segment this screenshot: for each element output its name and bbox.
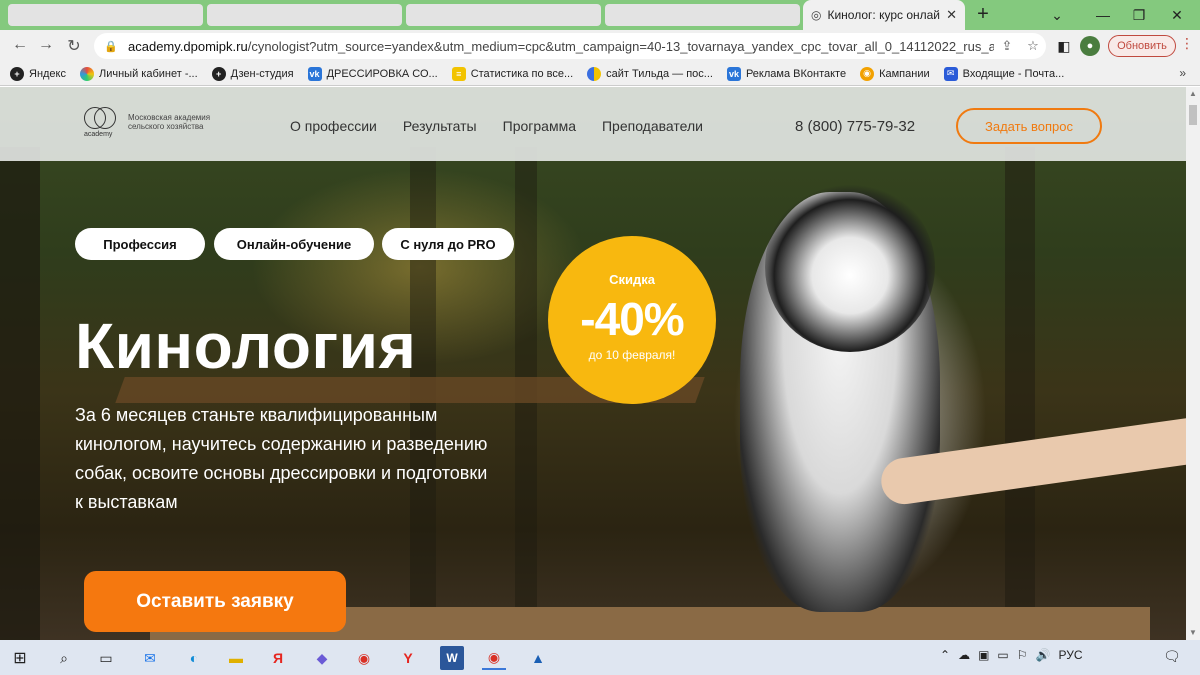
mail-icon: ✉ bbox=[943, 66, 958, 81]
ask-question-button[interactable]: Задать вопрос bbox=[956, 108, 1102, 144]
nav-link-results[interactable]: Результаты bbox=[403, 118, 477, 134]
tab-favicon-icon: ◎ bbox=[811, 8, 822, 22]
discount-badge: Скидка -40% до 10 февраля! bbox=[548, 236, 716, 404]
plus-circle-icon: + bbox=[211, 66, 226, 81]
chrome-icon[interactable]: ◉ bbox=[352, 646, 376, 670]
bookmark-item[interactable]: + Дзен-студия bbox=[211, 66, 294, 81]
bookmark-item[interactable]: + Яндекс bbox=[10, 66, 66, 81]
logo-text: Московская академия сельского хозяйства bbox=[128, 113, 211, 131]
address-toolbar: ← → ↻ 🔒 academy.dpomipk.ru/cynologist?ut… bbox=[0, 30, 1200, 62]
vk-icon: vk bbox=[307, 66, 322, 81]
chevron-up-icon[interactable]: ⌃ bbox=[940, 648, 950, 662]
url-bar[interactable]: 🔒 academy.dpomipk.ru/cynologist?utm_sour… bbox=[94, 33, 1046, 59]
hero-subtitle: За 6 месяцев станьте квалифицированным к… bbox=[75, 405, 488, 512]
phone-link[interactable]: 8 (800) 775-79-32 bbox=[795, 118, 915, 135]
tab-active[interactable]: ◎ Кинолог: курс онлайн ✕ bbox=[803, 0, 965, 30]
bookmark-item[interactable]: Личный кабинет -... bbox=[80, 66, 198, 81]
page-scrollbar[interactable]: ▲ ▼ bbox=[1186, 87, 1200, 640]
mail-app-icon[interactable]: ✉ bbox=[138, 646, 162, 670]
star-icon[interactable]: ☆ bbox=[1020, 38, 1046, 54]
cloud-icon[interactable]: ☁ bbox=[958, 648, 970, 662]
submit-application-button[interactable]: Оставить заявку bbox=[84, 571, 346, 632]
page-viewport: academy Московская академия сельского хо… bbox=[0, 87, 1186, 640]
nav-link-teachers[interactable]: Преподаватели bbox=[602, 118, 703, 134]
url-text: academy.dpomipk.ru/cynologist?utm_source… bbox=[128, 38, 994, 54]
discount-label: Скидка bbox=[609, 272, 655, 287]
tag-pill-zero-to-pro: С нуля до PRO bbox=[382, 228, 514, 260]
tree-trunk bbox=[0, 147, 40, 640]
language-indicator[interactable]: РУС bbox=[1058, 648, 1082, 662]
network-icon[interactable]: ⚐ bbox=[1017, 648, 1028, 662]
bookmark-item[interactable]: ✉ Входящие - Почта... bbox=[943, 66, 1064, 81]
bookmark-item[interactable]: ≡ Статистика по все... bbox=[451, 66, 573, 81]
clock-blurred[interactable] bbox=[1098, 645, 1152, 671]
windows-taskbar: ⊞ ⌕ ▭ ✉ ◐ ▬ Я ◆ ◉ Y W ◉ ▲ ⌃ ☁ ▣ ▭ ⚐ 🔊 РУ… bbox=[0, 640, 1200, 675]
bookmarks-more-button[interactable]: » bbox=[1179, 66, 1186, 80]
husky-head-image bbox=[765, 182, 935, 352]
yandex-browser-icon[interactable]: Y bbox=[396, 646, 420, 670]
profile-avatar-icon[interactable]: ● bbox=[1080, 36, 1100, 56]
tab-title: Кинолог: курс онлайн bbox=[827, 8, 941, 22]
discount-deadline: до 10 февраля! bbox=[588, 348, 676, 362]
vk-icon: vk bbox=[726, 66, 741, 81]
meet-icon[interactable]: ▣ bbox=[978, 648, 989, 662]
tab-blurred[interactable] bbox=[605, 4, 800, 26]
lock-icon: 🔒 bbox=[104, 40, 118, 53]
hero-title: Кинология bbox=[75, 310, 417, 382]
site-header: academy Московская академия сельского хо… bbox=[0, 87, 1186, 161]
side-panel-icon[interactable]: ◧ bbox=[1054, 36, 1074, 56]
bookmark-item[interactable]: vk ДРЕССИРОВКА СО... bbox=[307, 66, 438, 81]
update-button[interactable]: Обновить bbox=[1108, 35, 1176, 57]
notifications-icon[interactable]: 🗨 bbox=[1163, 648, 1181, 665]
file-explorer-icon[interactable]: ▬ bbox=[224, 646, 248, 670]
bookmarks-bar: + Яндекс Личный кабинет -... + Дзен-студ… bbox=[0, 62, 1200, 86]
share-icon[interactable]: ⇪ bbox=[994, 38, 1020, 54]
battery-icon[interactable]: ▭ bbox=[997, 648, 1008, 662]
bookmark-item[interactable]: vk Реклама ВКонтакте bbox=[726, 66, 846, 81]
bookmark-item[interactable]: ◉ Кампании bbox=[860, 66, 930, 81]
new-tab-button[interactable]: + bbox=[972, 4, 994, 26]
volume-icon[interactable]: 🔊 bbox=[1036, 648, 1051, 662]
plus-circle-icon: + bbox=[10, 66, 24, 81]
reload-icon[interactable]: ↻ bbox=[62, 36, 86, 56]
nav-link-program[interactable]: Программа bbox=[503, 118, 576, 134]
windows-start-icon[interactable]: ⊞ bbox=[8, 646, 32, 670]
tag-pill-profession: Профессия bbox=[75, 228, 205, 260]
tab-blurred[interactable] bbox=[406, 4, 601, 26]
scroll-down-icon[interactable]: ▼ bbox=[1186, 626, 1200, 640]
logo-mark-icon: academy bbox=[84, 107, 118, 138]
word-icon[interactable]: W bbox=[440, 646, 464, 670]
edge-icon[interactable]: ◐ bbox=[182, 646, 206, 670]
campaign-icon: ◉ bbox=[860, 66, 875, 81]
tilda-icon bbox=[587, 66, 602, 81]
academy-logo[interactable]: academy Московская академия сельского хо… bbox=[84, 107, 218, 138]
chevron-down-icon[interactable]: ⌄ bbox=[1034, 0, 1080, 30]
yandex-icon[interactable]: Я bbox=[266, 646, 290, 670]
tab-blurred[interactable] bbox=[8, 4, 203, 26]
close-window-button[interactable]: ✕ bbox=[1154, 0, 1200, 30]
scroll-up-icon[interactable]: ▲ bbox=[1186, 87, 1200, 101]
tree-trunk bbox=[1005, 147, 1035, 640]
bookmark-item[interactable]: сайт Тильда — пос... bbox=[587, 66, 713, 81]
back-arrow-icon[interactable]: ← bbox=[8, 36, 32, 54]
tag-pill-online: Онлайн-обучение bbox=[214, 228, 374, 260]
tab-close-icon[interactable]: ✕ bbox=[946, 7, 957, 23]
browser-tab-bar: ◎ Кинолог: курс онлайн ✕ + ⌄ — ❐ ✕ bbox=[0, 0, 1200, 30]
menu-kebab-icon[interactable]: ⋮ bbox=[1180, 35, 1194, 52]
tab-blurred[interactable] bbox=[207, 4, 402, 26]
system-tray: ⌃ ☁ ▣ ▭ ⚐ 🔊 РУС bbox=[940, 648, 1083, 662]
chrome-active-icon[interactable]: ◉ bbox=[482, 646, 506, 670]
colorful-dots-icon bbox=[80, 66, 94, 81]
photos-app-icon[interactable]: ▲ bbox=[526, 646, 550, 670]
nav-link-about[interactable]: О профессии bbox=[290, 118, 377, 134]
stats-icon: ≡ bbox=[451, 66, 466, 81]
discount-value: -40% bbox=[580, 293, 684, 345]
cube-app-icon[interactable]: ◆ bbox=[310, 646, 334, 670]
search-icon[interactable]: ⌕ bbox=[52, 646, 76, 670]
main-nav: О профессии Результаты Программа Препода… bbox=[290, 118, 703, 134]
forward-arrow-icon[interactable]: → bbox=[34, 36, 58, 54]
task-view-icon[interactable]: ▭ bbox=[94, 646, 118, 670]
scrollbar-thumb[interactable] bbox=[1189, 105, 1197, 125]
